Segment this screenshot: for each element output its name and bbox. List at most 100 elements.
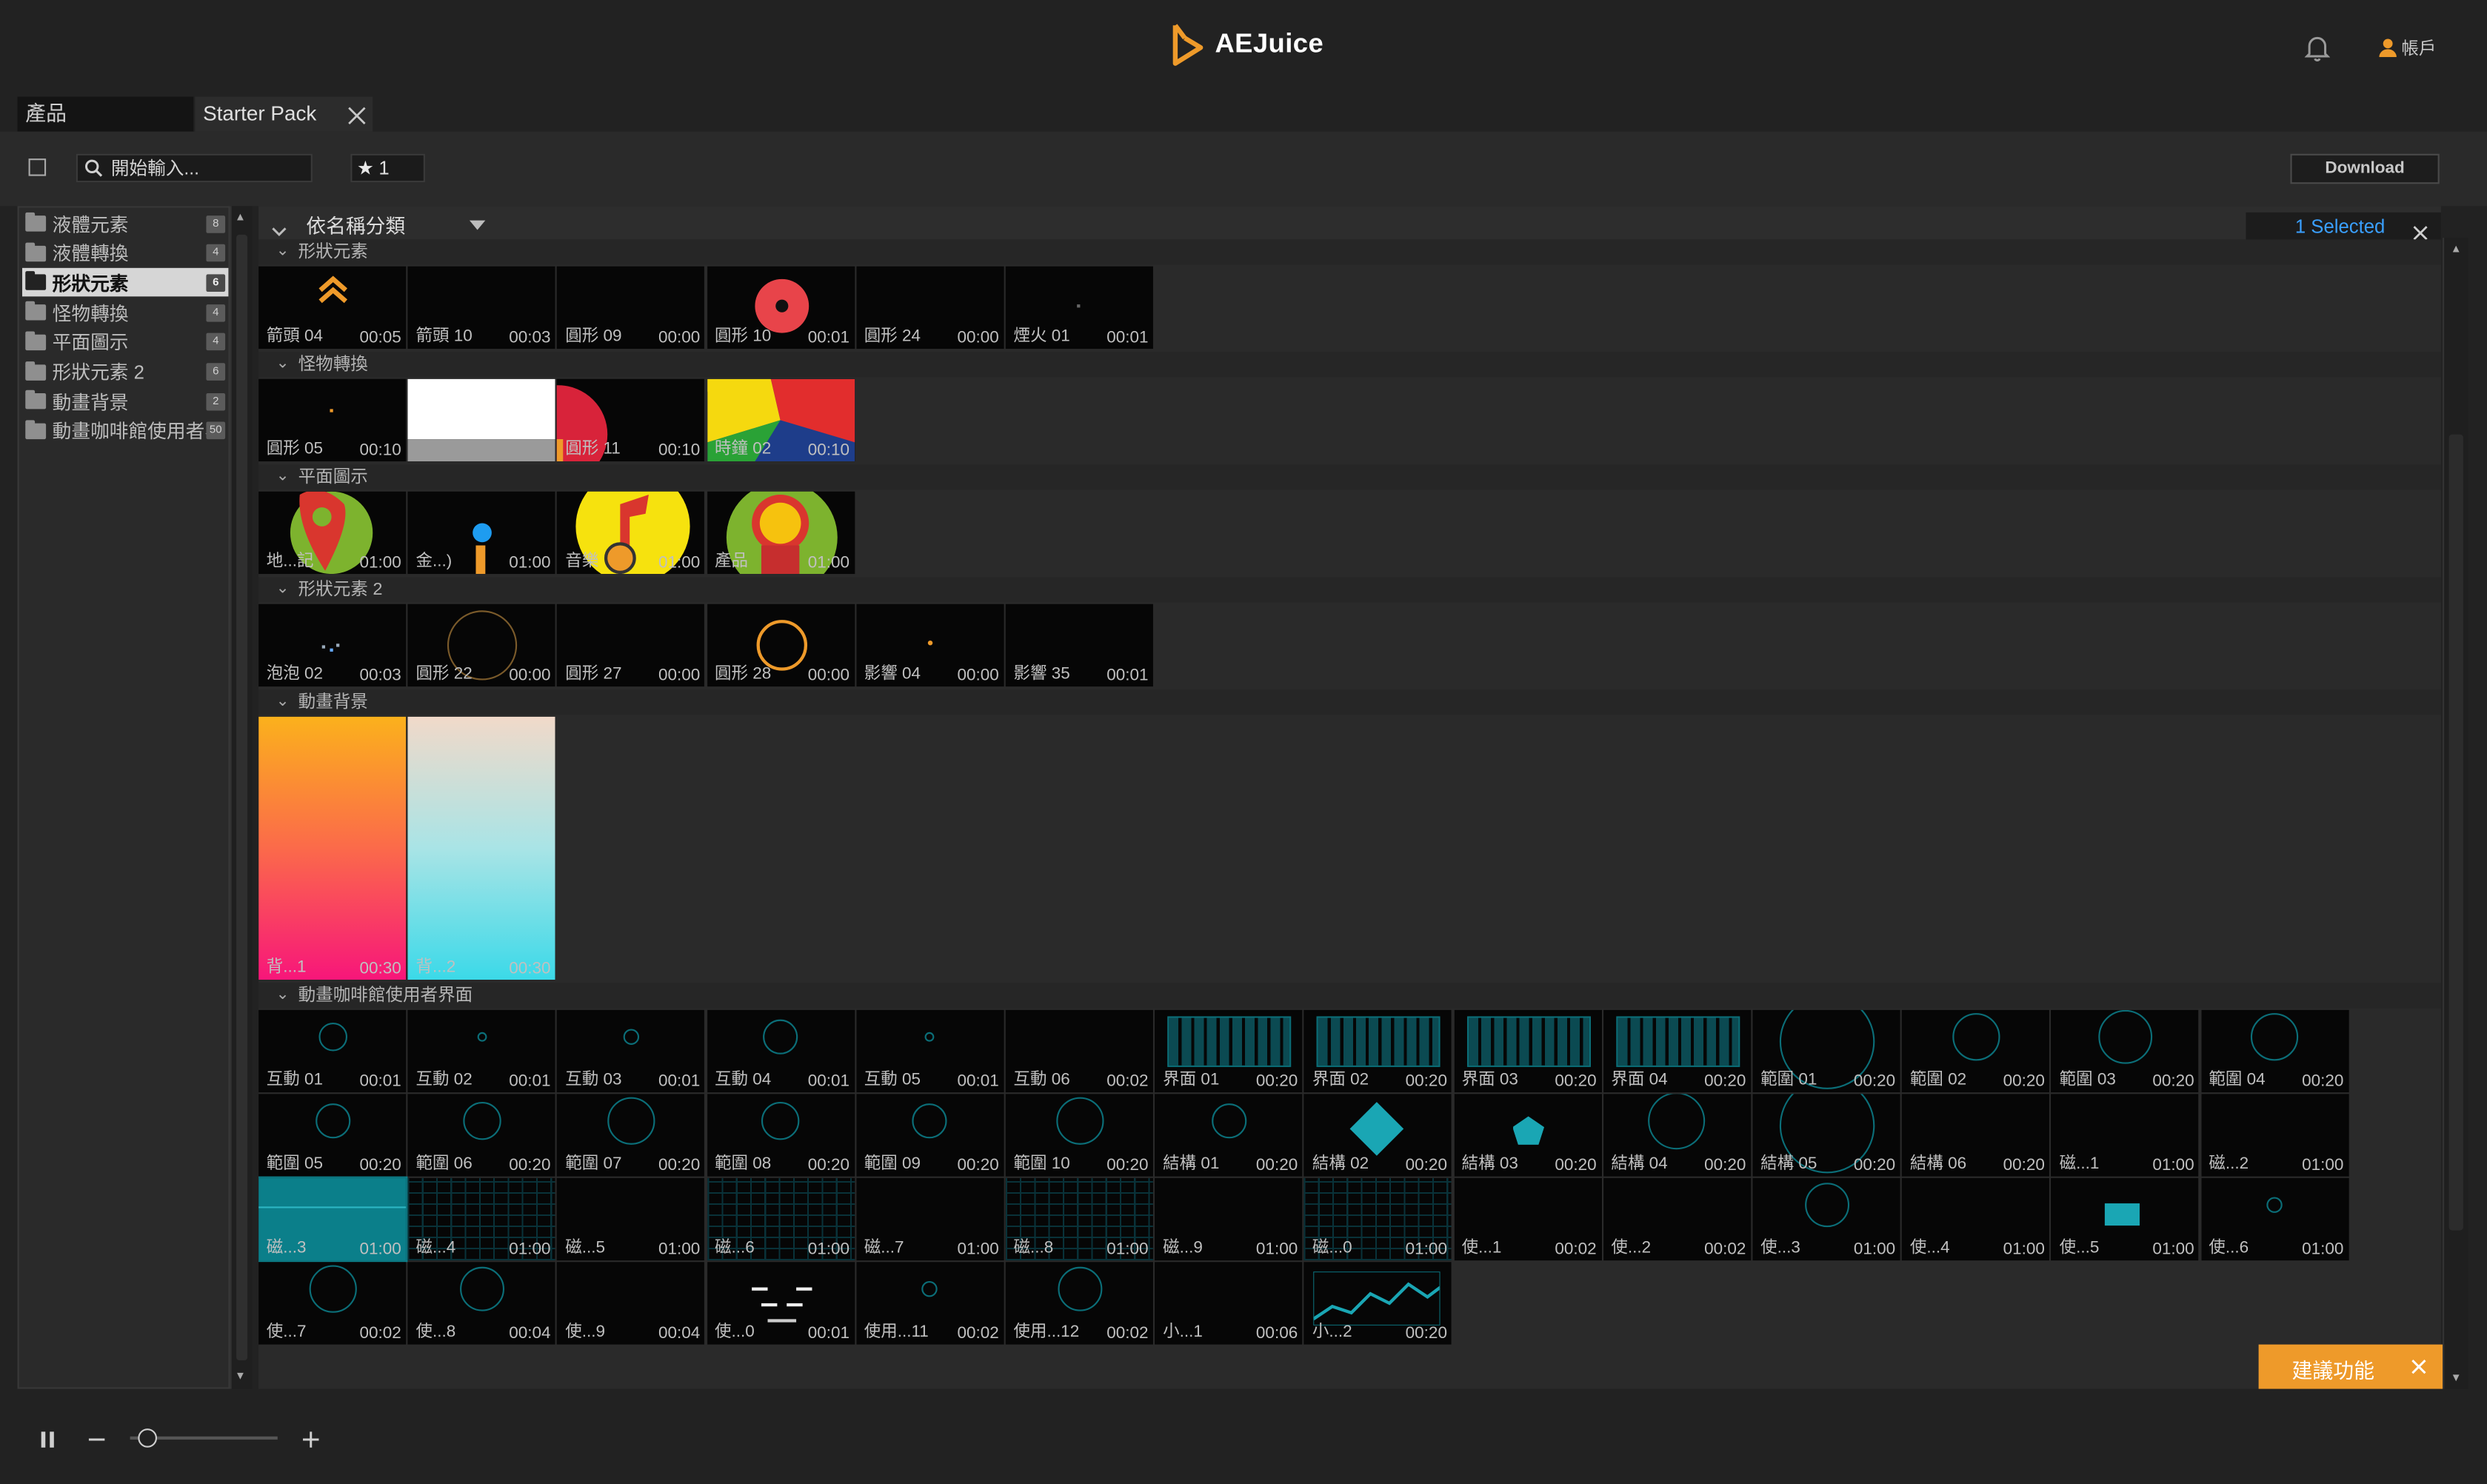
tab-close-icon[interactable]	[347, 104, 367, 124]
asset-thumbnail[interactable]: 使...6 01:00	[2200, 1178, 2349, 1261]
asset-thumbnail[interactable]: 影響 04 00:00	[856, 604, 1004, 687]
asset-thumbnail[interactable]: 互動 03 00:01	[557, 1009, 705, 1093]
asset-thumbnail[interactable]: 結構 05 00:20	[1752, 1094, 1900, 1177]
bell-icon[interactable]	[2304, 33, 2331, 62]
asset-thumbnail[interactable]: 磁...3 01:00	[258, 1177, 408, 1263]
asset-thumbnail[interactable]: 範圍 06 00:20	[407, 1094, 555, 1177]
close-suggest-icon[interactable]	[2411, 1359, 2426, 1374]
sidebar-item[interactable]: 液體轉換 4	[22, 239, 228, 268]
asset-thumbnail[interactable]: 圓形 09 00:00	[557, 266, 705, 350]
content-scrollbar[interactable]: ▲ ▼	[2443, 238, 2468, 1389]
tab-products[interactable]: 產品	[17, 96, 194, 132]
asset-thumbnail[interactable]: 時鐘 02 00:10	[707, 378, 855, 462]
asset-thumbnail[interactable]: 圓形 10 00:01	[707, 266, 855, 350]
asset-thumbnail[interactable]: 音樂 01:00	[557, 491, 705, 575]
suggest-feature-button[interactable]: 建議功能	[2258, 1344, 2443, 1389]
asset-thumbnail[interactable]: 使...1 00:02	[1453, 1178, 1602, 1261]
sidebar-item[interactable]: 液體元素 8	[22, 210, 228, 238]
section-header[interactable]: ⌄ 形狀元素 2	[258, 577, 2441, 603]
asset-thumbnail[interactable]: 範圍 03 00:20	[2051, 1009, 2200, 1093]
asset-thumbnail[interactable]: 互動 01 00:01	[258, 1009, 407, 1093]
asset-thumbnail[interactable]: 磁...7 01:00	[856, 1178, 1004, 1261]
asset-thumbnail[interactable]: 界面 01 00:20	[1155, 1009, 1303, 1093]
asset-thumbnail[interactable]: 金...) 01:00	[407, 491, 555, 575]
section-header[interactable]: ⌄ 動畫咖啡館使用者界面	[258, 983, 2441, 1009]
zoom-out-icon[interactable]	[87, 1428, 107, 1457]
asset-thumbnail[interactable]: 範圍 01 00:20	[1752, 1009, 1900, 1093]
asset-thumbnail[interactable]: 磁...1 01:00	[2051, 1094, 2200, 1177]
group-by-dropdown[interactable]: 依名稱分類	[306, 210, 488, 238]
asset-thumbnail[interactable]: 範圍 09 00:20	[856, 1094, 1004, 1177]
asset-thumbnail[interactable]: 使...4 01:00	[1902, 1178, 2050, 1261]
asset-thumbnail[interactable]: 界面 03 00:20	[1453, 1009, 1602, 1093]
asset-thumbnail[interactable]: 磁...6 01:00	[707, 1178, 855, 1261]
asset-thumbnail[interactable]: 使...5 01:00	[2051, 1178, 2200, 1261]
asset-thumbnail[interactable]: 互動 02 00:01	[407, 1009, 555, 1093]
asset-thumbnail[interactable]: 結構 06 00:20	[1902, 1094, 2050, 1177]
asset-thumbnail[interactable]: 使用...12 00:02	[1005, 1262, 1153, 1346]
asset-thumbnail[interactable]: 結構 03 00:20	[1453, 1094, 1602, 1177]
asset-thumbnail[interactable]: 結構 02 00:20	[1304, 1094, 1452, 1177]
asset-thumbnail[interactable]: 圓形 27 00:00	[557, 604, 705, 687]
asset-thumbnail[interactable]: 圓形 22 00:00	[407, 604, 555, 687]
asset-thumbnail[interactable]: 磁...4 01:00	[407, 1178, 555, 1261]
zoom-in-icon[interactable]	[301, 1428, 321, 1457]
asset-thumbnail[interactable]: 使...0 00:01	[707, 1262, 855, 1346]
asset-thumbnail[interactable]: 範圍 02 00:20	[1902, 1009, 2050, 1093]
sidebar-item[interactable]: 動畫咖啡館使用者界面50	[22, 417, 228, 446]
asset-thumbnail[interactable]: 磁...8 01:00	[1005, 1178, 1153, 1261]
asset-thumbnail[interactable]: 泡泡 02 00:03	[258, 604, 407, 687]
search-input[interactable]: 開始輸入...	[111, 156, 199, 181]
asset-thumbnail[interactable]: 使用...11 00:02	[856, 1262, 1004, 1346]
asset-thumbnail[interactable]: 背...2 00:30	[407, 716, 555, 980]
asset-thumbnail[interactable]: 圓形 05 00:10	[258, 378, 407, 462]
asset-thumbnail[interactable]: 磁...0 01:00	[1304, 1178, 1452, 1261]
download-button[interactable]: Download	[2290, 153, 2440, 184]
asset-thumbnail[interactable]: 圓形 11 00:10	[557, 378, 705, 462]
sidebar-item[interactable]: 形狀元素 2 6	[22, 358, 228, 387]
tab-starter-pack[interactable]: Starter Pack	[195, 96, 373, 132]
section-header[interactable]: ⌄ 怪物轉換	[258, 352, 2441, 378]
asset-thumbnail[interactable]: 磁...9 01:00	[1155, 1178, 1303, 1261]
asset-thumbnail[interactable]: 互動 06 00:02	[1005, 1009, 1153, 1093]
asset-thumbnail[interactable]: 使...7 00:02	[258, 1262, 407, 1346]
asset-thumbnail[interactable]: 結構 04 00:20	[1603, 1094, 1751, 1177]
section-header[interactable]: ⌄ 平面圖示	[258, 464, 2441, 490]
sidebar-item[interactable]: 怪物轉換 4	[22, 298, 228, 327]
asset-thumbnail[interactable]: 範圍 10 00:20	[1005, 1094, 1153, 1177]
select-all-checkbox[interactable]	[28, 158, 47, 176]
asset-thumbnail[interactable]: 使...3 01:00	[1752, 1178, 1900, 1261]
section-header[interactable]: ⌄ 形狀元素	[258, 239, 2441, 265]
asset-thumbnail[interactable]: 箭頭 04 00:05	[258, 266, 407, 350]
pause-icon[interactable]	[38, 1428, 57, 1457]
asset-thumbnail[interactable]: 磁...5 01:00	[557, 1178, 705, 1261]
asset-thumbnail[interactable]: 產品 01:00	[707, 491, 855, 575]
asset-thumbnail[interactable]: 範圍 07 00:20	[557, 1094, 705, 1177]
zoom-slider-handle[interactable]	[138, 1428, 158, 1448]
asset-thumbnail[interactable]: 界面 02 00:20	[1304, 1009, 1452, 1093]
asset-thumbnail[interactable]: 小...2 00:20	[1304, 1262, 1452, 1346]
asset-thumbnail[interactable]: 地...記 01:00	[258, 491, 407, 575]
asset-thumbnail[interactable]: 小...1 00:06	[1155, 1262, 1303, 1346]
asset-thumbnail[interactable]: 箭頭 10 00:03	[407, 266, 555, 350]
asset-thumbnail[interactable]: 互動 05 00:01	[856, 1009, 1004, 1093]
asset-thumbnail[interactable]: 互動 04 00:01	[707, 1009, 855, 1093]
search-box[interactable]: 開始輸入...	[76, 153, 313, 183]
asset-thumbnail[interactable]: 範圍 05 00:20	[258, 1094, 407, 1177]
asset-thumbnail[interactable]: 範圍 08 00:20	[707, 1094, 855, 1177]
account-button[interactable]: 帳戶	[2379, 35, 2436, 60]
asset-thumbnail[interactable]: 使...8 00:04	[407, 1262, 555, 1346]
asset-thumbnail[interactable]: 使...9 00:04	[557, 1262, 705, 1346]
asset-thumbnail[interactable]: 範圍 04 00:20	[2200, 1009, 2349, 1093]
asset-thumbnail[interactable]: 使...2 00:02	[1603, 1178, 1751, 1261]
asset-thumbnail[interactable]: 磁...2 01:00	[2200, 1094, 2349, 1177]
section-header[interactable]: ⌄ 動畫背景	[258, 689, 2441, 715]
favorites-filter[interactable]: ★ 1	[350, 153, 425, 183]
asset-thumbnail[interactable]: 結構 01 00:20	[1155, 1094, 1303, 1177]
sidebar-scrollbar[interactable]: ▲ ▼	[230, 206, 253, 1389]
sidebar-item[interactable]: 動畫背景 2	[22, 387, 228, 416]
asset-thumbnail[interactable]: 界面 04 00:20	[1603, 1009, 1751, 1093]
asset-thumbnail[interactable]: 煙火 01 00:01	[1005, 266, 1153, 350]
asset-thumbnail[interactable]: 圓形 28 00:00	[707, 604, 855, 687]
sidebar-item[interactable]: 平面圖示 4	[22, 328, 228, 357]
